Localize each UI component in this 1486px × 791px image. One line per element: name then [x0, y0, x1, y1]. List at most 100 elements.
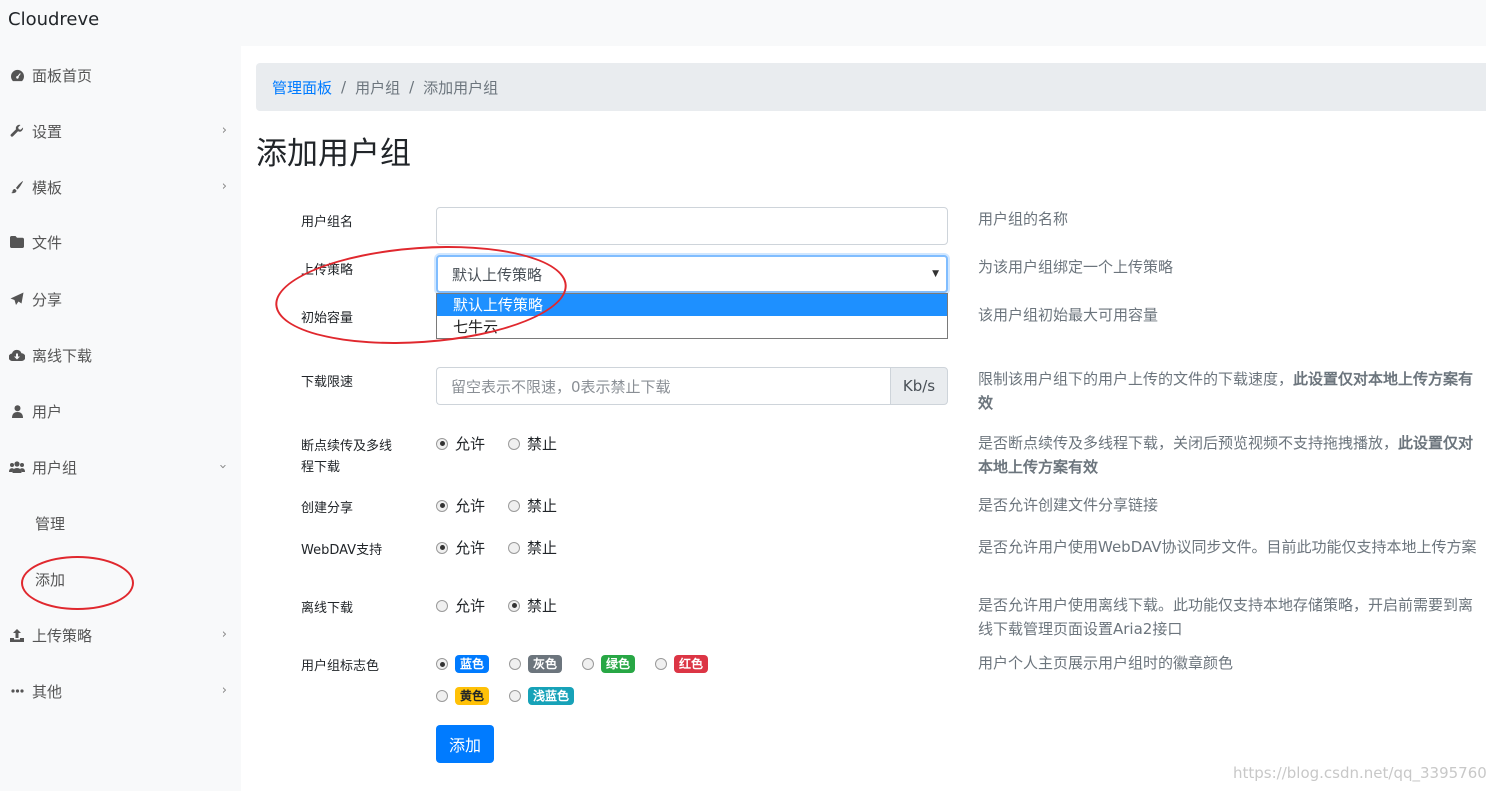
- resume-deny-radio[interactable]: 禁止: [508, 433, 557, 454]
- sidebar-item-label: 用户: [32, 402, 63, 421]
- webdav-help: 是否允许用户使用WebDAV协议同步文件。目前此功能仅支持本地上传方案: [978, 538, 1477, 556]
- create-share-label: 创建分享: [301, 501, 354, 516]
- badge-color-label: 用户组标志色: [301, 659, 380, 674]
- radio-unchecked-icon: [655, 658, 667, 670]
- radio-unchecked-icon: [508, 437, 520, 450]
- sidebar-item-settings[interactable]: 设置 ›: [0, 111, 241, 151]
- sidebar-item-label: 文件: [32, 233, 63, 252]
- breadcrumb-home-link[interactable]: 管理面板: [272, 77, 332, 98]
- upload-icon: [9, 628, 25, 642]
- sidebar-item-label: 离线下载: [32, 346, 93, 365]
- resume-allow-radio[interactable]: 允许: [436, 433, 485, 454]
- webdav-deny-radio[interactable]: 禁止: [508, 537, 557, 558]
- capacity-help: 该用户组初始最大可用容量: [978, 306, 1159, 324]
- page-title: 添加用户组: [256, 136, 411, 172]
- offline-deny-radio[interactable]: 禁止: [508, 595, 557, 616]
- send-icon: [9, 292, 25, 306]
- color-red-radio[interactable]: 红色: [655, 655, 709, 673]
- radio-unchecked-icon: [582, 658, 594, 670]
- sidebar-item-label: 其他: [32, 682, 63, 701]
- speed-unit-addon: Kb/s: [890, 367, 948, 405]
- radio-unchecked-icon: [436, 599, 448, 612]
- share-allow-radio[interactable]: 允许: [436, 495, 485, 516]
- main-content: [241, 46, 1486, 791]
- sidebar-item-other[interactable]: 其他 ›: [0, 671, 241, 711]
- color-badge: 红色: [674, 655, 709, 673]
- group-name-input[interactable]: [436, 207, 948, 245]
- label-line: 断点续传及多线: [301, 439, 393, 454]
- sidebar-item-files[interactable]: 文件: [0, 222, 241, 262]
- radio-checked-icon: [436, 658, 448, 670]
- badge-color-help: 用户个人主页展示用户组时的徽章颜色: [978, 654, 1234, 672]
- color-gray-radio[interactable]: 灰色: [509, 655, 563, 673]
- chevron-down-icon: ›: [214, 463, 230, 470]
- radio-label: 允许: [455, 539, 486, 557]
- share-deny-radio[interactable]: 禁止: [508, 495, 557, 516]
- sidebar-item-templates[interactable]: 模板 ›: [0, 167, 241, 207]
- sidebar-item-users[interactable]: 用户: [0, 391, 241, 431]
- resume-download-label: 断点续传及多线 程下载: [301, 436, 392, 478]
- speed-limit-input-group: 留空表示不限速，0表示禁止下载 Kb/s: [436, 367, 948, 405]
- radio-label: 允许: [455, 497, 486, 515]
- sidebar-item-user-groups[interactable]: 用户组 ›: [0, 447, 241, 487]
- webdav-label: WebDAV支持: [301, 543, 383, 558]
- breadcrumb-parent: 用户组: [355, 78, 401, 97]
- radio-checked-icon: [436, 499, 448, 512]
- offline-download-label: 离线下载: [301, 601, 354, 616]
- chevron-right-icon: ›: [221, 627, 227, 642]
- breadcrumb-separator: /: [341, 78, 347, 96]
- speed-limit-input[interactable]: 留空表示不限速，0表示禁止下载: [436, 367, 890, 405]
- label-line: 程下载: [301, 460, 341, 475]
- watermark-text: https://blog.csdn.net/qq_33957603: [1233, 764, 1486, 782]
- sidebar-item-label: 上传策略: [32, 626, 93, 645]
- top-navbar: Cloudreve: [0, 0, 1486, 46]
- radio-checked-icon: [508, 599, 520, 612]
- cloud-download-icon: [9, 349, 25, 361]
- radio-checked-icon: [436, 541, 448, 554]
- radio-unchecked-icon: [509, 690, 521, 702]
- sidebar-subitem-manage[interactable]: 管理: [35, 513, 65, 534]
- radio-label: 允许: [455, 597, 486, 615]
- sidebar-item-label: 分享: [32, 290, 63, 309]
- radio-label: 禁止: [527, 497, 558, 515]
- sidebar-item-dashboard[interactable]: 面板首页: [0, 55, 241, 95]
- brush-icon: [9, 180, 25, 194]
- offline-allow-radio[interactable]: 允许: [436, 595, 485, 616]
- breadcrumb: 管理面板 / 用户组 / 添加用户组: [256, 63, 1486, 111]
- wrench-icon: [9, 124, 25, 138]
- breadcrumb-current: 添加用户组: [423, 78, 499, 97]
- ellipsis-icon: [9, 689, 25, 693]
- color-badge: 灰色: [528, 655, 563, 673]
- resume-download-help: 是否断点续传及多线程下载，关闭后预览视频不支持拖拽播放，此设置仅对本地上传方案有…: [978, 431, 1483, 479]
- offline-download-help: 是否允许用户使用离线下载。此功能仅支持本地存储策略，开启前需要到离线下载管理页面…: [978, 596, 1474, 638]
- color-badge: 绿色: [601, 655, 636, 673]
- radio-unchecked-icon: [436, 690, 448, 702]
- sidebar-item-upload-policy[interactable]: 上传策略 ›: [0, 615, 241, 655]
- speed-limit-label: 下载限速: [301, 375, 354, 390]
- user-icon: [9, 404, 25, 418]
- color-badge: 黄色: [455, 687, 490, 705]
- radio-label: 允许: [455, 435, 486, 453]
- radio-unchecked-icon: [509, 658, 521, 670]
- sidebar-item-label: 用户组: [32, 458, 78, 477]
- dashboard-icon: [9, 69, 25, 82]
- upload-policy-help: 为该用户组绑定一个上传策略: [978, 258, 1174, 276]
- color-green-radio[interactable]: 绿色: [582, 655, 636, 673]
- color-blue-radio[interactable]: 蓝色: [436, 655, 490, 673]
- brand-logo[interactable]: Cloudreve: [8, 9, 99, 30]
- webdav-allow-radio[interactable]: 允许: [436, 537, 485, 558]
- add-group-button[interactable]: 添加: [436, 725, 494, 763]
- sidebar-item-shares[interactable]: 分享: [0, 279, 241, 319]
- color-light-blue-radio[interactable]: 浅蓝色: [509, 687, 575, 705]
- radio-checked-icon: [436, 437, 448, 450]
- chevron-right-icon: ›: [221, 683, 227, 698]
- chevron-right-icon: ›: [221, 179, 227, 194]
- radio-unchecked-icon: [508, 541, 520, 554]
- speed-limit-help: 限制该用户组下的用户上传的文件的下载速度，此设置仅对本地上传方案有效: [978, 367, 1483, 415]
- radio-label: 禁止: [527, 597, 558, 615]
- color-yellow-radio[interactable]: 黄色: [436, 687, 490, 705]
- help-text: 限制该用户组下的用户上传的文件的下载速度，: [978, 370, 1294, 388]
- sidebar-item-offline-download[interactable]: 离线下载: [0, 335, 241, 375]
- group-name-label: 用户组名: [301, 215, 354, 230]
- color-badge: 蓝色: [455, 655, 490, 673]
